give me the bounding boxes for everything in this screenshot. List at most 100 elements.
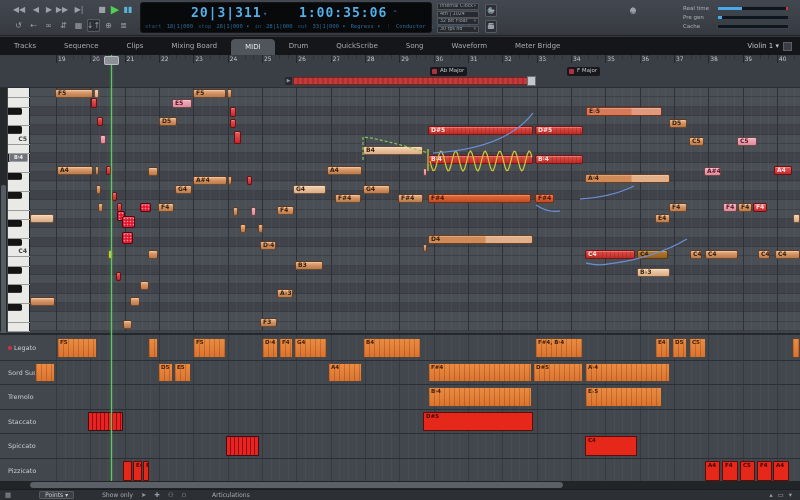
slope-tool[interactable]: ⊶ [485, 4, 497, 17]
playhead-handle[interactable] [104, 56, 119, 65]
clock-panel-3[interactable]: 30 fps nd ▾ [437, 25, 479, 33]
midi-note[interactable] [123, 320, 132, 329]
cycle-end-handle[interactable] [527, 76, 536, 86]
midi-note[interactable] [95, 166, 99, 175]
piano-key-black[interactable] [8, 304, 22, 312]
punch-button[interactable]: ⇵ [57, 19, 70, 32]
midi-note[interactable] [30, 297, 55, 306]
midi-note[interactable]: B4 [363, 146, 423, 155]
midi-note[interactable]: C5 [689, 137, 704, 146]
piano-keyboard[interactable]: C5 C4 B♮4 [8, 88, 30, 333]
piano-key-black[interactable] [8, 219, 22, 228]
midi-note[interactable]: C4 [775, 250, 800, 259]
midi-note[interactable]: A#4 [193, 176, 227, 185]
memory-cycle-bar[interactable] [293, 77, 529, 85]
articulation-block[interactable]: F4 [757, 461, 772, 481]
overdub-button[interactable]: ▦ [72, 19, 85, 32]
filter-icon[interactable]: ✚ [154, 491, 159, 499]
midi-note[interactable]: F4 [277, 206, 294, 215]
tab-mixing-board[interactable]: Mixing Board [157, 37, 231, 55]
articulation-block[interactable] [35, 362, 55, 383]
articulation-block[interactable]: C5 [740, 461, 755, 481]
midi-note[interactable]: B♮4 [428, 155, 533, 164]
articulation-block[interactable] [123, 461, 132, 481]
midi-note[interactable]: D5 [669, 119, 687, 128]
midi-note[interactable] [233, 207, 238, 216]
midi-note[interactable]: F4 [723, 203, 737, 212]
timecode-caret-icon[interactable]: ⌃ [393, 9, 398, 17]
track-selector[interactable]: Violin 1 ▾ [747, 37, 792, 55]
tab-quickscribe[interactable]: QuickScribe [322, 37, 392, 55]
articulation-block[interactable] [148, 338, 158, 358]
vertical-scrollbar-thumb[interactable] [1, 185, 6, 350]
time-ruler[interactable]: 19 20 21 22 23 24 25 26 27 28 29 30 31 32 33 34 35 36 37 38… [0, 55, 800, 88]
midi-note[interactable] [251, 207, 256, 216]
articulation-block[interactable]: E4 [133, 461, 142, 481]
click-enable-button[interactable]: ⊕ [102, 19, 115, 32]
piano-key-black[interactable] [8, 107, 22, 116]
midi-note[interactable] [112, 192, 117, 201]
articulation-block[interactable]: F4 [722, 461, 738, 481]
midi-note[interactable]: B3 [295, 261, 323, 270]
piano-key-black[interactable] [8, 266, 22, 274]
horizontal-scrollbar[interactable] [0, 481, 800, 489]
lcd-field-value[interactable]: Conductor [396, 24, 426, 30]
midi-note[interactable] [228, 176, 232, 185]
midi-note[interactable]: F#4 [398, 194, 423, 203]
midi-note[interactable]: E4 [655, 214, 670, 223]
track-selector-label[interactable]: Violin 1 ▾ [747, 42, 779, 50]
tab-midi[interactable]: MIDI [231, 39, 275, 55]
piano-key-black[interactable] [8, 238, 22, 246]
midi-note[interactable] [116, 272, 121, 281]
lcd-field-value[interactable]: 28|1|000 [266, 24, 293, 30]
midi-note[interactable]: E5 [172, 99, 192, 108]
midi-note[interactable] [258, 224, 263, 233]
midi-note[interactable] [140, 203, 151, 212]
piano-roll-grid[interactable]: F5 F5 E5 D5 A4 A#4 G4 F4 F4 D♮4 B3 A♭3 F3 G4 A4 F#4 B4 G4… [0, 88, 800, 331]
articulations-label[interactable]: Articulations [212, 492, 250, 499]
auto-scroll-button[interactable]: ↓↑ [87, 19, 100, 32]
repeat-button[interactable]: ↺ [12, 19, 25, 32]
midi-note[interactable]: B♭3 [637, 268, 670, 277]
midi-note[interactable]: F5 [193, 89, 226, 98]
midi-note[interactable]: G4 [293, 185, 326, 194]
bars-beats-counter[interactable]: 20|3|311 [191, 6, 262, 21]
midi-note[interactable]: C4 [758, 250, 770, 259]
play-button[interactable]: ▶ [108, 3, 122, 16]
midi-note[interactable]: C4 [705, 250, 738, 259]
midi-note[interactable]: A♭3 [277, 289, 293, 298]
fast-forward-button[interactable]: ▶▶ [55, 3, 69, 16]
filter-icon[interactable]: ▫ [182, 491, 186, 499]
articulation-block[interactable]: E4 [655, 338, 670, 358]
lcd-field-value[interactable]: 33|1|000 ▾ [313, 24, 346, 30]
midi-note[interactable]: F4 [158, 203, 174, 212]
articulation-block[interactable]: D#5 [533, 362, 583, 383]
link-button[interactable]: ∞ [42, 19, 55, 32]
mute-tool[interactable]: ⌸ [485, 20, 497, 33]
articulation-block[interactable]: D5 [158, 362, 173, 383]
memory-button[interactable]: ≣ [117, 19, 130, 32]
midi-note[interactable] [96, 185, 101, 194]
midi-note[interactable]: A4 [774, 166, 792, 175]
scrub-tool[interactable]: ∿ [627, 4, 639, 17]
filter-icon[interactable]: ⚇ [168, 491, 174, 499]
midi-note[interactable]: A4 [57, 166, 93, 175]
key-marker[interactable]: Ab Major [430, 67, 468, 76]
midi-note[interactable]: D4 [428, 235, 533, 244]
midi-note[interactable] [240, 224, 246, 233]
show-only-label[interactable]: Show only [102, 492, 133, 499]
clock-panel-0[interactable]: Internal Clock ▾ [437, 3, 479, 10]
midi-note[interactable] [140, 281, 149, 290]
go-to-end-button[interactable]: ▶| [72, 3, 86, 16]
clock-panel-1[interactable]: 4th | 1024 [437, 10, 479, 18]
midi-note[interactable]: C4 [690, 250, 702, 259]
midi-note[interactable]: A4 [327, 166, 362, 175]
articulation-block[interactable]: A4 [705, 461, 720, 481]
tab-waveform[interactable]: Waveform [438, 37, 502, 55]
lcd-field-value[interactable]: ⋮ [385, 24, 391, 30]
midi-note[interactable] [234, 131, 241, 144]
articulation-block[interactable]: G4 [294, 338, 327, 358]
articulation-block[interactable]: F#4, B♮4 [535, 338, 583, 358]
counter-caret-icon[interactable]: ▾ [263, 10, 268, 18]
midi-note[interactable] [793, 214, 800, 223]
